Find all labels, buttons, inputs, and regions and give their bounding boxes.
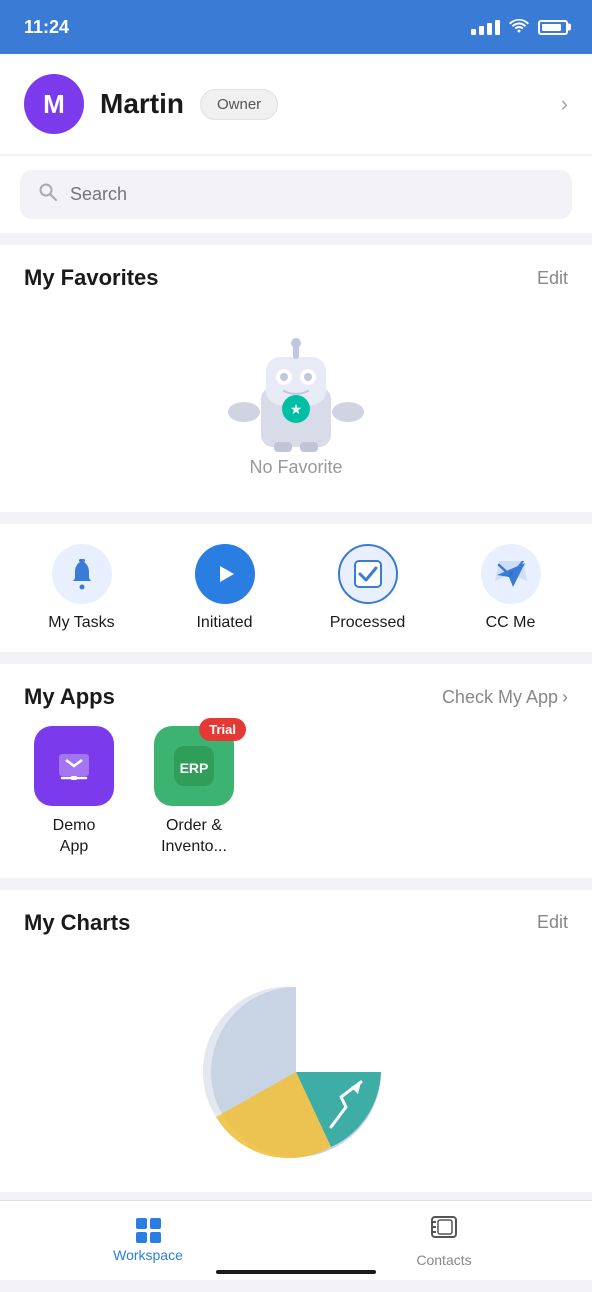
app-erp[interactable]: ERP Trial Order & Invento... bbox=[144, 726, 244, 858]
tasks-icon-circle bbox=[52, 544, 112, 604]
status-bar: 11:24 bbox=[0, 0, 592, 54]
play-icon bbox=[211, 560, 239, 588]
action-initiated[interactable]: Initiated bbox=[165, 544, 285, 632]
no-favorite-container: ★ No Favorite bbox=[24, 307, 568, 488]
apps-grid: Demo App ERP Trial Order & Invento... bbox=[24, 726, 568, 858]
workspace-icon bbox=[136, 1218, 161, 1243]
favorites-header: My Favorites Edit bbox=[24, 265, 568, 291]
bottom-nav: Workspace Contacts bbox=[0, 1200, 592, 1280]
avatar: M bbox=[24, 74, 84, 134]
workspace-label: Workspace bbox=[113, 1247, 183, 1263]
signal-icon bbox=[471, 20, 500, 35]
nav-contacts[interactable]: Contacts bbox=[296, 1205, 592, 1276]
svg-text:ERP: ERP bbox=[180, 760, 209, 776]
charts-header: My Charts Edit bbox=[24, 910, 568, 936]
quick-actions-section: My Tasks Initiated Processed bbox=[0, 524, 592, 652]
charts-title: My Charts bbox=[24, 910, 130, 936]
check-my-app-button[interactable]: Check My App › bbox=[442, 687, 568, 708]
chart-container bbox=[24, 952, 568, 1192]
contacts-icon bbox=[430, 1213, 458, 1248]
owner-badge: Owner bbox=[200, 89, 278, 120]
demo-app-icon bbox=[34, 726, 114, 806]
svg-text:★: ★ bbox=[290, 401, 303, 417]
search-input[interactable] bbox=[70, 184, 554, 205]
charts-edit-button[interactable]: Edit bbox=[537, 912, 568, 933]
check-icon bbox=[353, 559, 383, 589]
demo-app-label: Demo App bbox=[53, 816, 96, 858]
initiated-icon-circle bbox=[195, 544, 255, 604]
erp-icon-wrapper: ERP Trial bbox=[154, 726, 234, 806]
apps-header: My Apps Check My App › bbox=[24, 684, 568, 710]
erp-app-label: Order & Invento... bbox=[161, 816, 227, 858]
search-section bbox=[0, 156, 592, 233]
robot-illustration: ★ bbox=[216, 327, 376, 457]
apps-title: My Apps bbox=[24, 684, 115, 710]
apps-section: My Apps Check My App › Demo App bbox=[0, 664, 592, 878]
favorites-section: My Favorites Edit ★ bbox=[0, 245, 592, 512]
trial-badge: Trial bbox=[199, 718, 246, 741]
profile-chevron-icon[interactable]: › bbox=[561, 91, 568, 117]
profile-left: M Martin Owner bbox=[24, 74, 278, 134]
tasks-label: My Tasks bbox=[48, 614, 114, 632]
mail-icon bbox=[495, 561, 527, 587]
search-bar[interactable] bbox=[20, 170, 572, 219]
processed-icon-circle bbox=[338, 544, 398, 604]
chevron-right-icon: › bbox=[562, 687, 568, 708]
ccme-icon-circle bbox=[481, 544, 541, 604]
profile-name: Martin bbox=[100, 88, 184, 120]
bell-icon bbox=[67, 558, 97, 590]
wifi-icon bbox=[508, 17, 530, 38]
favorites-title: My Favorites bbox=[24, 265, 159, 291]
charts-section: My Charts Edit bbox=[0, 890, 592, 1192]
action-ccme[interactable]: CC Me bbox=[451, 544, 571, 632]
processed-label: Processed bbox=[330, 614, 406, 632]
action-my-tasks[interactable]: My Tasks bbox=[22, 544, 142, 632]
nav-indicator bbox=[216, 1270, 376, 1274]
status-time: 11:24 bbox=[24, 17, 69, 38]
battery-icon bbox=[538, 20, 568, 35]
action-processed[interactable]: Processed bbox=[308, 544, 428, 632]
demo-icon-wrapper bbox=[34, 726, 114, 806]
ccme-label: CC Me bbox=[486, 614, 536, 632]
nav-workspace[interactable]: Workspace bbox=[0, 1210, 296, 1271]
status-icons bbox=[471, 17, 568, 38]
app-demo[interactable]: Demo App bbox=[24, 726, 124, 858]
favorites-edit-button[interactable]: Edit bbox=[537, 268, 568, 289]
search-icon bbox=[38, 182, 58, 207]
no-favorite-text: No Favorite bbox=[249, 457, 342, 478]
pie-chart bbox=[186, 972, 406, 1172]
initiated-label: Initiated bbox=[196, 614, 252, 632]
contacts-label: Contacts bbox=[416, 1252, 471, 1268]
profile-section: M Martin Owner › bbox=[0, 54, 592, 154]
